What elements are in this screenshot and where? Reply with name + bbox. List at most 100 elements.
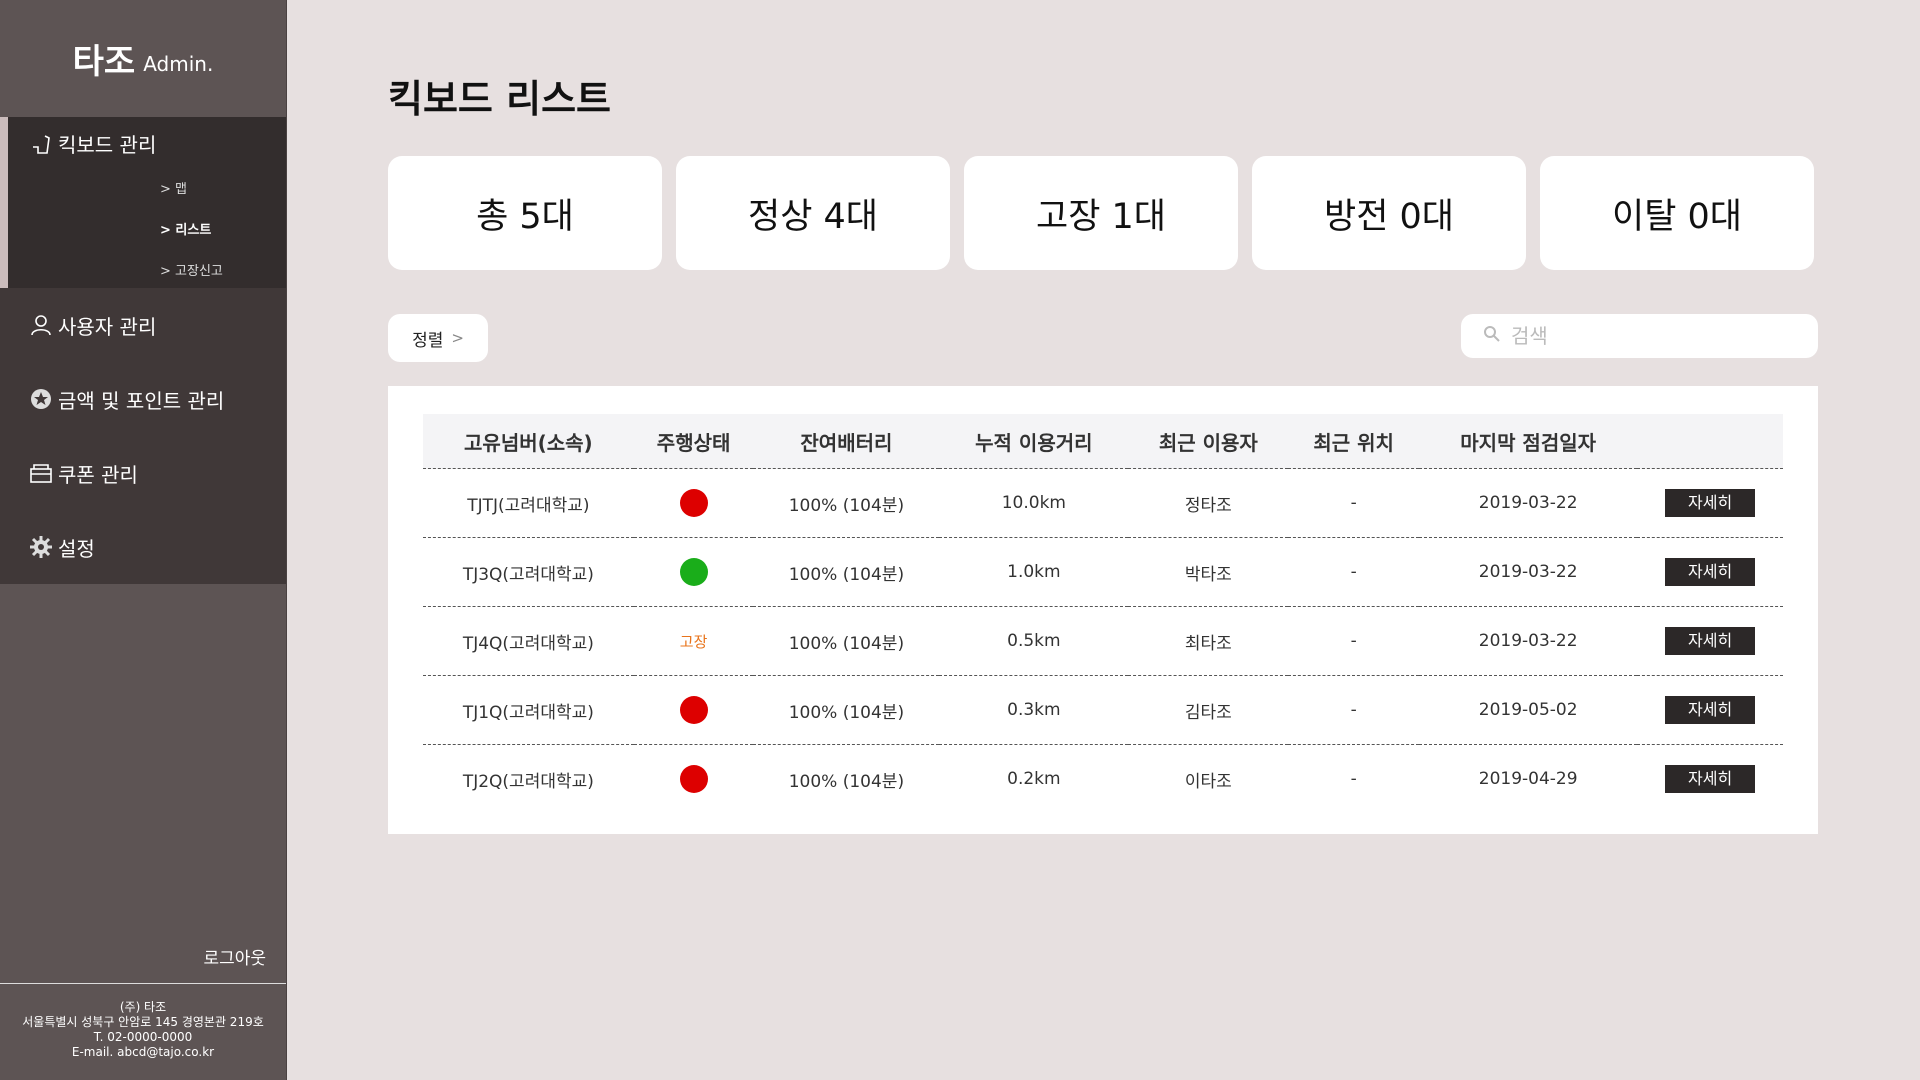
cell-date: 2019-03-22 bbox=[1419, 468, 1638, 538]
cell-battery: 100% (104분) bbox=[753, 537, 940, 607]
col-location: 최근 위치 bbox=[1288, 414, 1420, 469]
summary-card-discharged: 방전 0대 bbox=[1252, 156, 1526, 270]
summary-card-normal: 정상 4대 bbox=[676, 156, 950, 270]
cell-user: 김타조 bbox=[1128, 675, 1289, 745]
sidebar-item-label: 사용자 관리 bbox=[58, 314, 157, 339]
cell-id: TJ1Q(고려대학교) bbox=[423, 675, 634, 745]
sidebar-item-label: 킥보드 관리 bbox=[58, 133, 157, 157]
col-action bbox=[1637, 414, 1783, 469]
cell-date: 2019-05-02 bbox=[1419, 675, 1638, 745]
col-date: 마지막 점검일자 bbox=[1419, 414, 1638, 469]
footer-email: E-mail. abcd@tajo.co.kr bbox=[71, 1045, 215, 1059]
footer-phone: T. 02-0000-0000 bbox=[93, 1030, 193, 1044]
cell-user: 최타조 bbox=[1128, 606, 1289, 676]
cell-status bbox=[633, 675, 754, 745]
sidebar-item-settings[interactable]: 설정 bbox=[0, 510, 286, 584]
status-dot-red bbox=[679, 765, 708, 793]
sidebar-item-label: 쿠폰 관리 bbox=[58, 462, 138, 487]
cell-battery: 100% (104분) bbox=[753, 606, 940, 676]
gear-icon bbox=[30, 536, 52, 558]
status-dot-red bbox=[679, 696, 708, 724]
cell-date: 2019-03-22 bbox=[1419, 606, 1638, 676]
col-battery: 잔여배터리 bbox=[753, 414, 940, 469]
submenu-map[interactable]: > 맵 bbox=[160, 178, 223, 197]
logo-name: 타조 bbox=[72, 42, 136, 82]
search-box bbox=[1461, 314, 1818, 358]
status-text-broken: 고장 bbox=[679, 632, 708, 651]
summary-card-broken: 고장 1대 bbox=[964, 156, 1238, 270]
cell-distance: 0.3km bbox=[939, 675, 1129, 745]
cell-action: 자세히 bbox=[1637, 606, 1783, 676]
table-row: TJTJ(고려대학교) 100% (104분) 10.0km 정타조 - 201… bbox=[423, 468, 1783, 538]
cell-location: - bbox=[1288, 537, 1420, 607]
cell-battery: 100% (104분) bbox=[753, 675, 940, 745]
footer-company: (주) 타조 bbox=[119, 1000, 167, 1014]
cell-user: 이타조 bbox=[1184, 771, 1232, 792]
search-input[interactable] bbox=[1509, 323, 1793, 349]
kickboard-table: 고유넘버(소속) 주행상태 잔여배터리 누적 이용거리 최근 이용자 최근 위치… bbox=[423, 414, 1783, 813]
coupon-icon bbox=[30, 462, 52, 484]
sort-label: 정렬 bbox=[412, 330, 444, 351]
status-dot-red bbox=[679, 489, 708, 517]
chevron-right-icon: > bbox=[451, 329, 464, 347]
col-user: 최근 이용자 bbox=[1128, 414, 1289, 469]
cell-battery: 100% (104분) bbox=[788, 771, 905, 792]
cell-status bbox=[633, 537, 754, 607]
cell-distance: 1.0km bbox=[939, 537, 1129, 607]
cell-id: TJ3Q(고려대학교) bbox=[423, 537, 634, 607]
footer-address: 서울특별시 성북구 안암로 145 경영본관 219호 bbox=[22, 1015, 264, 1029]
star-icon bbox=[30, 388, 52, 410]
user-icon bbox=[30, 314, 52, 336]
cell-location: - bbox=[1288, 606, 1420, 676]
sidebar: 타조 Admin. 킥보드 관리 > 맵 > 리스트 > 고장신고 사용자 관리 bbox=[0, 0, 287, 1080]
page-title: 킥보드 리스트 bbox=[388, 77, 611, 121]
submenu-list[interactable]: > 리스트 bbox=[160, 219, 223, 238]
status-dot-green bbox=[679, 558, 708, 586]
sidebar-menu: 킥보드 관리 > 맵 > 리스트 > 고장신고 사용자 관리 금액 및 포인트 … bbox=[0, 117, 286, 584]
cell-location: - bbox=[1288, 675, 1420, 745]
table-row: TJ3Q(고려대학교) 100% (104분) 1.0km 박타조 - 2019… bbox=[423, 537, 1783, 607]
detail-button[interactable]: 자세히 bbox=[1665, 558, 1756, 586]
summary-cards: 총 5대 정상 4대 고장 1대 방전 0대 이탈 0대 bbox=[388, 156, 1814, 270]
sidebar-item-users[interactable]: 사용자 관리 bbox=[0, 288, 286, 362]
detail-button[interactable]: 자세히 bbox=[1665, 765, 1756, 793]
summary-card-departed: 이탈 0대 bbox=[1540, 156, 1814, 270]
cell-action: 자세히 bbox=[1637, 675, 1783, 745]
table-row: TJ2Q(고려대학교) 100% (104분) 0.2km 이타조 - 2019… bbox=[423, 745, 1783, 814]
sidebar-item-kickboard[interactable]: 킥보드 관리 > 맵 > 리스트 > 고장신고 bbox=[0, 117, 286, 288]
col-id: 고유넘버(소속) bbox=[423, 414, 634, 469]
submenu-report[interactable]: > 고장신고 bbox=[160, 260, 223, 279]
cell-distance: 0.5km bbox=[939, 606, 1129, 676]
cell-user: 정타조 bbox=[1128, 468, 1289, 538]
kickboard-icon bbox=[30, 133, 52, 155]
submenu-label: 고장신고 bbox=[175, 264, 223, 279]
table-header-row: 고유넘버(소속) 주행상태 잔여배터리 누적 이용거리 최근 이용자 최근 위치… bbox=[423, 414, 1783, 469]
sidebar-item-payments[interactable]: 금액 및 포인트 관리 bbox=[0, 362, 286, 436]
cell-id: TJTJ(고려대학교) bbox=[423, 468, 634, 538]
logout-link[interactable]: 로그아웃 bbox=[203, 944, 266, 969]
cell-status: 고장 bbox=[633, 606, 754, 676]
cell-id: TJ2Q(고려대학교) bbox=[462, 771, 594, 792]
logo[interactable]: 타조 Admin. bbox=[0, 0, 286, 117]
cell-status bbox=[633, 468, 754, 538]
submenu: > 맵 > 리스트 > 고장신고 bbox=[160, 178, 223, 279]
logo-suffix: Admin. bbox=[143, 51, 214, 76]
submenu-label: 맵 bbox=[175, 182, 187, 197]
sidebar-item-label: 설정 bbox=[58, 536, 95, 561]
sort-button[interactable]: 정렬 > bbox=[388, 314, 488, 362]
cell-location: - bbox=[1288, 468, 1420, 538]
detail-button[interactable]: 자세히 bbox=[1665, 489, 1756, 517]
search-icon bbox=[1483, 325, 1501, 347]
cell-distance: 0.2km bbox=[1007, 769, 1061, 789]
detail-button[interactable]: 자세히 bbox=[1665, 627, 1756, 655]
cell-battery: 100% (104분) bbox=[753, 468, 940, 538]
cell-date: 2019-04-29 bbox=[1478, 769, 1578, 789]
detail-button[interactable]: 자세히 bbox=[1665, 696, 1756, 724]
cell-user: 박타조 bbox=[1128, 537, 1289, 607]
cell-id: TJ4Q(고려대학교) bbox=[423, 606, 634, 676]
sidebar-item-coupons[interactable]: 쿠폰 관리 bbox=[0, 436, 286, 510]
cell-action: 자세히 bbox=[1637, 745, 1783, 814]
sidebar-footer: (주) 타조 서울특별시 성북구 안암로 145 경영본관 219호 T. 02… bbox=[0, 983, 286, 1080]
cell-location: - bbox=[1350, 769, 1357, 789]
sidebar-item-label: 금액 및 포인트 관리 bbox=[58, 388, 225, 413]
